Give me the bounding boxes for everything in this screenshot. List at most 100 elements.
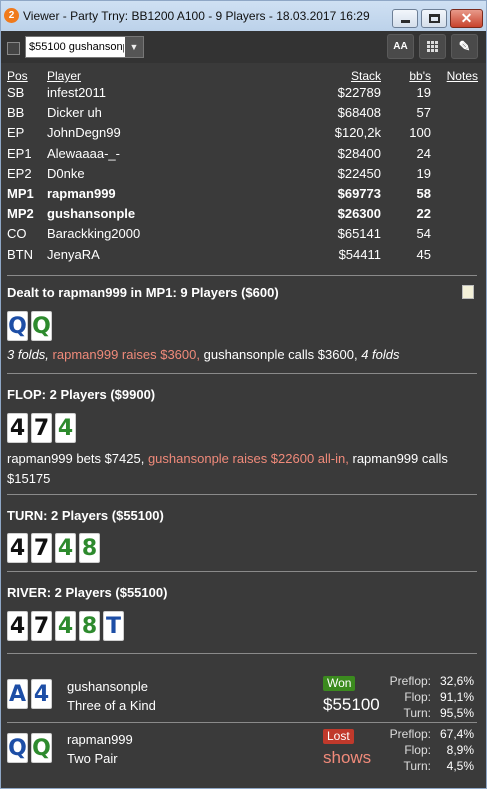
playing-card: 4 [55,533,76,563]
grid-icon [427,41,438,52]
player-name-cell: Barackking2000 [47,226,141,242]
action-text: rapman999 calls [352,451,448,466]
action-text: rapman999 raises $3600, [52,347,200,362]
header-pos[interactable]: Pos [7,69,28,83]
maximize-button[interactable] [421,9,447,28]
note-icon[interactable] [462,285,474,299]
equity-label: Turn: [403,706,431,720]
player-row[interactable]: BB Dicker uh $68408 57 [1,105,486,125]
player-name-cell: rapman999 [47,186,116,201]
player-row[interactable]: MP1 rapman999 $69773 58 [1,186,486,206]
divider [7,275,477,276]
bb-count-cell: 100 [409,125,431,141]
stack-cell: $26300 [337,206,381,222]
player-row[interactable]: MP2 gushansonple $26300 22 [1,206,486,226]
stack-cell: $54411 [338,246,381,262]
minimize-icon [401,20,410,23]
equity-label: Flop: [404,743,431,757]
playing-card: A [7,679,28,709]
bb-count-cell: 22 [416,206,431,222]
position-cell: MP2 [7,206,34,222]
select-checkbox[interactable] [7,42,20,55]
player-row[interactable]: EP2 D0nke $22450 19 [1,166,486,186]
position-cell: EP2 [7,165,32,181]
bb-count-cell: 54 [416,226,431,242]
position-cell: MP1 [7,186,34,201]
divider [7,571,477,572]
player-row[interactable]: EP JohnDegn99 $120,2k 100 [1,125,486,145]
playing-card: Q [31,733,52,763]
edit-button[interactable]: ✎ [451,34,478,59]
equity-value: 67,4% [439,727,474,741]
bb-count-cell: 58 [416,186,431,201]
bb-count-cell: 45 [416,246,431,262]
header-player[interactable]: Player [47,69,81,83]
stack-cell: $69773 [337,186,381,201]
loser-name: rapman999 [67,732,133,747]
flop-actions: rapman999 bets $7425, gushansonple raise… [7,449,481,489]
position-cell: EP [7,125,25,141]
won-badge: Won [323,676,356,691]
divider [7,373,477,374]
player-row[interactable]: BTN JenyaRA $54411 45 [1,247,486,267]
position-cell: CO [7,226,27,242]
position-cell: SB [7,85,25,100]
bb-count-cell: 19 [416,165,431,181]
stack-cell: $28400 [337,145,381,161]
lost-badge: Lost [323,729,354,744]
playing-card: 7 [31,611,52,641]
stack-cell: $22789 [337,85,381,100]
hand-history-panel[interactable]: Pos Player Stack bb's Notes SB infest2011… [1,63,486,788]
divider [7,653,477,654]
player-name-cell: D0nke [47,165,85,181]
flop-title: FLOP: 2 Players ($9900) [7,387,156,402]
header-notes[interactable]: Notes [447,69,478,83]
action-text: gushansonple raises $22600 all-in, [147,451,349,466]
playing-card: 7 [31,413,52,443]
equity-label: Preflop: [389,674,431,688]
playing-card: Q [7,311,28,341]
player-name-cell: JenyaRA [47,246,100,262]
player-name-cell: infest2011 [47,85,107,100]
app-icon: 2 [4,8,19,23]
playing-card: 8 [79,533,100,563]
player-name-cell: Alewaaaa-_- [47,145,120,161]
playing-card: Q [31,311,52,341]
header-bbs[interactable]: bb's [409,69,431,83]
header-stack[interactable]: Stack [351,69,381,83]
bb-count-cell: 24 [416,145,431,161]
playing-card: 4 [7,611,28,641]
window-title: Viewer - Party Trny: BB1200 A100 - 9 Pla… [23,9,370,23]
player-row[interactable]: CO Barackking2000 $65141 54 [1,226,486,246]
loser-hand: Two Pair [67,751,118,766]
winner-hand: Three of a Kind [67,698,156,713]
title-bar[interactable]: 2 Viewer - Party Trny: BB1200 A100 - 9 P… [1,1,486,31]
player-row[interactable]: SB infest2011 $22789 19 [1,85,486,105]
close-icon: ✕ [460,10,473,26]
maximize-icon [429,14,440,23]
action-text: $15175 [7,471,51,486]
position-cell: BTN [7,246,33,262]
hand-select-value: $55100 gushansonple [29,41,124,53]
player-row[interactable]: EP1 Alewaaaa-_- $28400 24 [1,146,486,166]
equity-label: Turn: [403,759,431,773]
player-name-cell: gushansonple [47,206,136,222]
grid-view-button[interactable] [419,34,446,59]
chevron-down-icon[interactable]: ▼ [125,37,143,57]
close-button[interactable]: ✕ [450,9,483,28]
equity-value: 95,5% [439,706,474,720]
turn-title: TURN: 2 Players ($55100) [7,508,164,523]
equity-value: 91,1% [439,690,474,704]
shows-link[interactable]: shows [323,748,371,768]
minimize-button[interactable] [392,9,418,28]
font-size-button[interactable]: AA [387,34,414,59]
bb-count-cell: 57 [416,105,431,121]
playing-card: 4 [7,533,28,563]
equity-value: 8,9% [446,743,474,757]
hand-select-dropdown[interactable]: $55100 gushansonple ▼ [25,36,144,58]
stack-cell: $68408 [337,105,381,121]
position-cell: BB [7,105,25,121]
action-text: rapman999 bets $7425, [7,451,145,466]
equity-label: Flop: [404,690,431,704]
player-name-cell: JohnDegn99 [47,125,121,141]
